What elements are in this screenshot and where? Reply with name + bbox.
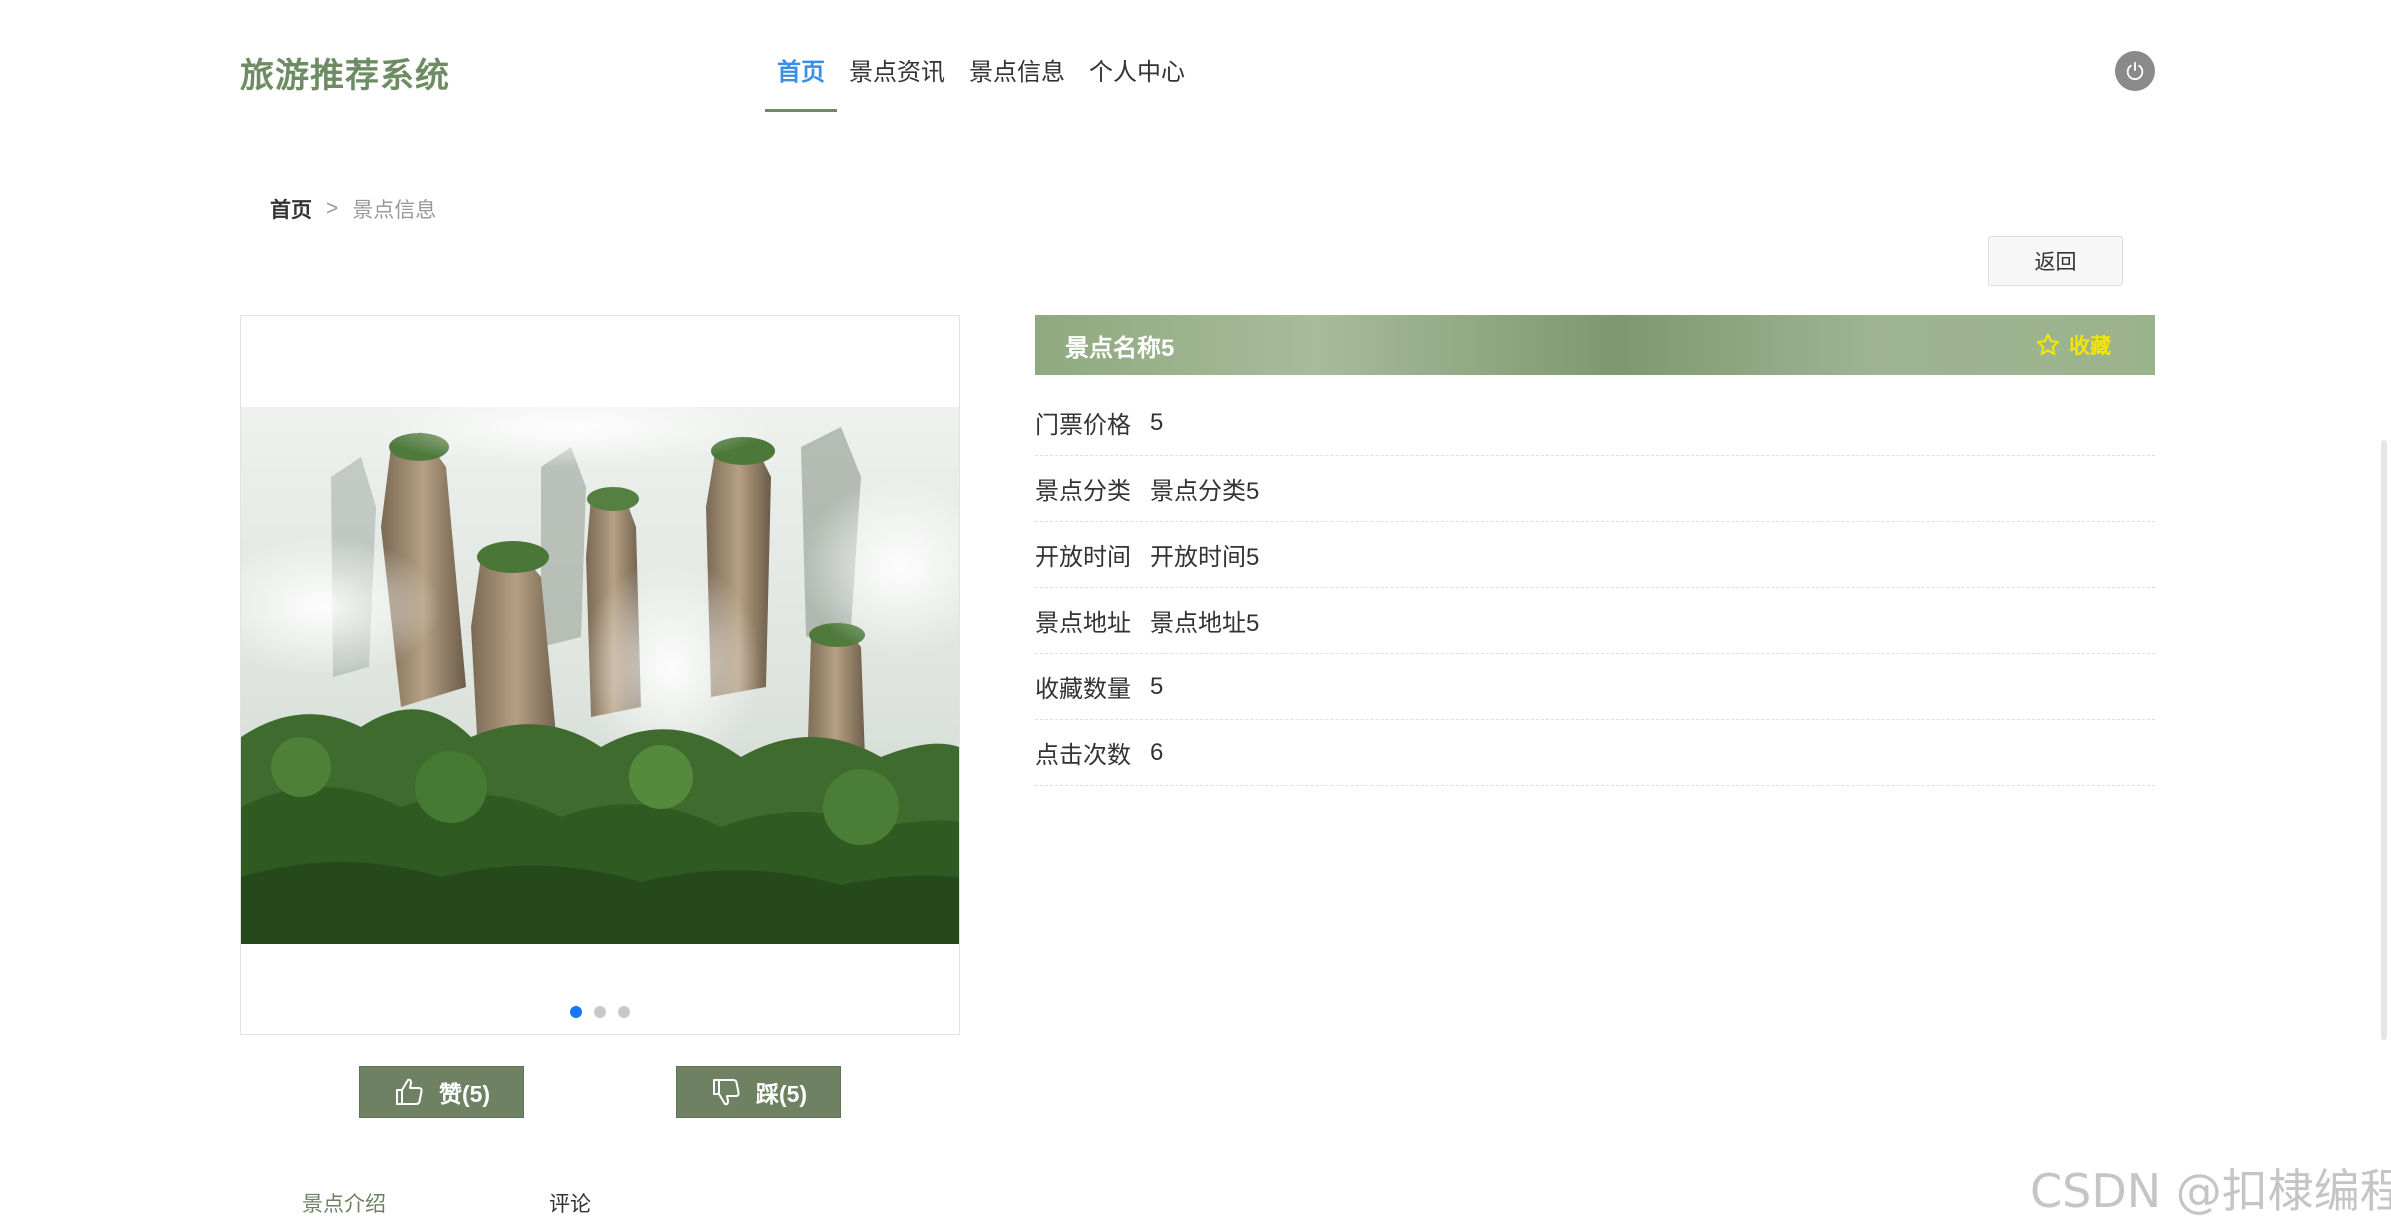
breadcrumb-home[interactable]: 首页 (270, 194, 312, 224)
site-brand[interactable]: 旅游推荐系统 (240, 48, 450, 97)
info-value: 6 (1150, 738, 1164, 766)
carousel-dot-3[interactable] (618, 1006, 630, 1018)
detail-tabs: 景点介绍 评论 (302, 1188, 591, 1218)
info-value: 开放时间5 (1150, 544, 1260, 571)
nav-spots[interactable]: 景点信息 (957, 0, 1077, 112)
breadcrumb-separator: > (326, 197, 339, 220)
dislike-label: 踩(5) (755, 1081, 808, 1107)
image-carousel[interactable] (240, 315, 960, 1035)
info-row-click-count: 点击次数 6 (1035, 720, 2155, 786)
like-label: 赞(5) (438, 1081, 491, 1107)
dislike-button[interactable]: 踩(5) (676, 1066, 841, 1118)
info-value: 5 (1150, 672, 1164, 700)
thumbs-down-icon (712, 1079, 740, 1106)
main-nav: 首页 景点资讯 景点信息 个人中心 (765, 0, 1197, 112)
tab-comments[interactable]: 评论 (549, 1188, 591, 1218)
info-row-category: 景点分类 景点分类5 (1035, 456, 2155, 522)
info-label: 收藏数量 (1035, 676, 1131, 703)
spot-title: 景点名称5 (1065, 334, 1175, 362)
info-label: 景点分类 (1035, 478, 1131, 505)
spot-info-list: 门票价格 5 景点分类 景点分类5 开放时间 开放时间5 景点地址 景点地址5 … (1035, 390, 2155, 786)
info-row-address: 景点地址 景点地址5 (1035, 588, 2155, 654)
info-row-ticket-price: 门票价格 5 (1035, 390, 2155, 456)
favorite-button[interactable]: 收藏 (2035, 330, 2111, 360)
tab-intro[interactable]: 景点介绍 (302, 1188, 549, 1218)
info-label: 景点地址 (1035, 610, 1131, 637)
info-value: 景点地址5 (1150, 610, 1260, 637)
watermark: CSDN @扣棣编程 (2030, 1164, 2391, 1218)
carousel-dot-1[interactable] (570, 1006, 582, 1018)
info-row-favorite-count: 收藏数量 5 (1035, 654, 2155, 720)
page-scrollbar[interactable] (2381, 440, 2387, 1040)
page: 旅游推荐系统 首页 景点资讯 景点信息 个人中心 首页 > 景点信息 返回 赞(… (0, 0, 2391, 1222)
back-button[interactable]: 返回 (1988, 236, 2123, 286)
breadcrumb: 首页 > 景点信息 (270, 194, 436, 224)
spot-image (241, 407, 959, 944)
nav-news[interactable]: 景点资讯 (837, 0, 957, 112)
power-icon (2126, 61, 2144, 80)
nav-home[interactable]: 首页 (765, 0, 837, 112)
favorite-label: 收藏 (2069, 335, 2111, 358)
carousel-dot-2[interactable] (594, 1006, 606, 1018)
star-icon (2036, 333, 2060, 355)
logout-button[interactable] (2115, 51, 2155, 91)
info-label: 开放时间 (1035, 544, 1131, 571)
info-label: 门票价格 (1035, 412, 1131, 439)
info-row-open-time: 开放时间 开放时间5 (1035, 522, 2155, 588)
info-value: 景点分类5 (1150, 478, 1260, 505)
nav-profile[interactable]: 个人中心 (1077, 0, 1197, 112)
info-label: 点击次数 (1035, 742, 1131, 769)
breadcrumb-current: 景点信息 (352, 199, 437, 222)
thumbs-up-icon (395, 1078, 423, 1105)
carousel-dots (241, 1006, 959, 1018)
like-button[interactable]: 赞(5) (359, 1066, 524, 1118)
info-value: 5 (1150, 408, 1164, 436)
spot-title-bar: 景点名称5 收藏 (1035, 315, 2155, 375)
